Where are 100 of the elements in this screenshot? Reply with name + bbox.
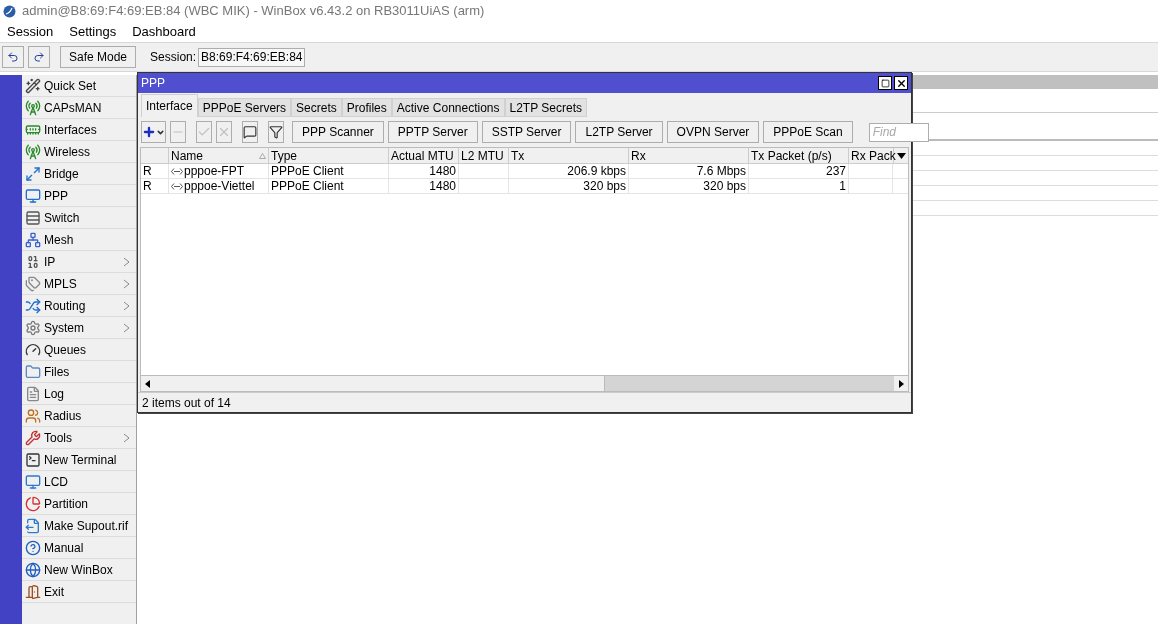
sidebar-item[interactable]: Exit: [22, 581, 136, 603]
sidebar-item[interactable]: Switch: [22, 207, 136, 229]
comment-icon: [243, 125, 257, 139]
monitor-icon: [25, 473, 41, 490]
antenna-icon: [25, 99, 41, 116]
plus-icon: [142, 125, 156, 139]
scrollbar-thumb[interactable]: [605, 376, 894, 391]
file-export-icon: [25, 517, 41, 534]
link-arrows-icon: [171, 167, 183, 175]
table-cell: 320 bps: [509, 179, 629, 193]
toolbar-button[interactable]: PPPoE Scan: [763, 121, 853, 143]
sidebar-item[interactable]: Wireless: [22, 141, 136, 163]
table-cell: 1480: [389, 164, 459, 178]
sidebar-item[interactable]: Make Supout.rif: [22, 515, 136, 537]
tab[interactable]: PPPoE Servers: [197, 98, 292, 117]
document-icon: [25, 385, 41, 402]
close-icon: [895, 77, 907, 89]
toolbar-button[interactable]: PPP Scanner: [292, 121, 384, 143]
tab[interactable]: Interface: [141, 94, 198, 117]
tab[interactable]: L2TP Secrets: [504, 98, 587, 117]
column-header[interactable]: Rx: [629, 148, 749, 163]
sidebar-item[interactable]: New WinBox: [22, 559, 136, 581]
column-header[interactable]: Actual MTU: [389, 148, 459, 163]
link-arrows-icon: [171, 182, 183, 190]
sidebar-item[interactable]: MPLS: [22, 273, 136, 295]
toolbar-icon-button[interactable]: [242, 121, 258, 143]
sidebar-item[interactable]: Radius: [22, 405, 136, 427]
sidebar-item[interactable]: Partition: [22, 493, 136, 515]
horizontal-scrollbar[interactable]: [141, 375, 908, 391]
undo-button[interactable]: [2, 46, 24, 68]
sidebar-item[interactable]: Bridge: [22, 163, 136, 185]
sidebar-item[interactable]: Quick Set: [22, 75, 136, 97]
sidebar-item[interactable]: System: [22, 317, 136, 339]
maximize-icon: [880, 78, 890, 88]
safe-mode-button[interactable]: Safe Mode: [60, 46, 137, 68]
table-cell: pppoe-Viettel: [169, 179, 269, 193]
sidebar-item[interactable]: Mesh: [22, 229, 136, 251]
undo-icon: [7, 51, 19, 63]
caret-icon: [896, 152, 906, 159]
window-title: admin@B8:69:F4:69:EB:84 (WBC MIK) - WinBox v6.43.2 on RB3011UiAS (arm): [22, 2, 485, 21]
sidebar-item[interactable]: Queues: [22, 339, 136, 361]
close-button[interactable]: [894, 76, 908, 90]
toolbar-button[interactable]: SSTP Server: [481, 121, 572, 143]
gear-icon: [25, 319, 41, 336]
find-field[interactable]: Find: [868, 122, 929, 142]
cross-icon: [217, 125, 231, 139]
door-icon: [25, 583, 41, 600]
sidebar-item[interactable]: New Terminal: [22, 449, 136, 471]
column-header[interactable]: Rx Pack: [849, 148, 894, 163]
sidebar-item[interactable]: LCD: [22, 471, 136, 493]
shuffle-icon: [25, 297, 41, 314]
toolbar-button[interactable]: L2TP Server: [575, 121, 663, 143]
sidebar-item[interactable]: Files: [22, 361, 136, 383]
users-icon: [25, 407, 41, 424]
pie-chart-icon: [25, 495, 41, 512]
column-header[interactable]: Type: [269, 148, 389, 163]
table-cell: R: [141, 164, 169, 178]
globe-icon: [25, 561, 41, 578]
wrench-icon: [25, 429, 41, 446]
app-logo-icon: [3, 4, 16, 18]
table-cell: PPPoE Client: [269, 164, 389, 178]
sidebar-item[interactable]: Log: [22, 383, 136, 405]
column-header[interactable]: Tx: [509, 148, 629, 163]
session-field[interactable]: B8:69:F4:69:EB:84: [198, 47, 306, 67]
sidebar-item[interactable]: Tools: [22, 427, 136, 449]
menu-item[interactable]: Settings: [69, 22, 117, 42]
folder-icon: [25, 363, 41, 380]
check-icon: [197, 125, 211, 139]
sidebar-item[interactable]: IP: [22, 251, 136, 273]
toolbar-icon-button[interactable]: [268, 121, 284, 143]
table-cell: 320 bps: [629, 179, 749, 193]
status-text: 2 items out of 14: [142, 394, 231, 412]
table-cell: 206.9 kbps: [509, 164, 629, 178]
column-header[interactable]: Name: [169, 148, 269, 163]
sidebar-item[interactable]: PPP: [22, 185, 136, 207]
toolbar-icon-button[interactable]: [141, 121, 166, 143]
toolbar-button[interactable]: OVPN Server: [666, 121, 760, 143]
redo-button[interactable]: [28, 46, 50, 68]
tab[interactable]: Active Connections: [391, 98, 505, 117]
arrows-icon: [25, 165, 41, 182]
switch-icon: [25, 209, 41, 226]
sidebar-item[interactable]: Interfaces: [22, 119, 136, 141]
tab[interactable]: Profiles: [341, 98, 392, 117]
table-cell: PPPoE Client: [269, 179, 389, 193]
sidebar-item[interactable]: Routing: [22, 295, 136, 317]
numbers-icon: [25, 253, 41, 270]
menu-item[interactable]: Session: [7, 22, 54, 42]
toolbar-button[interactable]: PPTP Server: [387, 121, 478, 143]
table-cell: 237: [749, 164, 849, 178]
maximize-button[interactable]: [878, 76, 892, 90]
gauge-icon: [25, 341, 41, 358]
sidebar-item[interactable]: CAPsMAN: [22, 97, 136, 119]
menu-item[interactable]: Dashboard: [132, 22, 196, 42]
table-cell: 7.6 Mbps: [629, 164, 749, 178]
sort-arrow-icon: [259, 152, 266, 159]
column-header[interactable]: L2 MTU: [459, 148, 509, 163]
tab[interactable]: Secrets: [291, 98, 342, 117]
column-header[interactable]: Tx Packet (p/s): [749, 148, 849, 163]
redo-icon: [33, 51, 45, 63]
sidebar-item[interactable]: Manual: [22, 537, 136, 559]
